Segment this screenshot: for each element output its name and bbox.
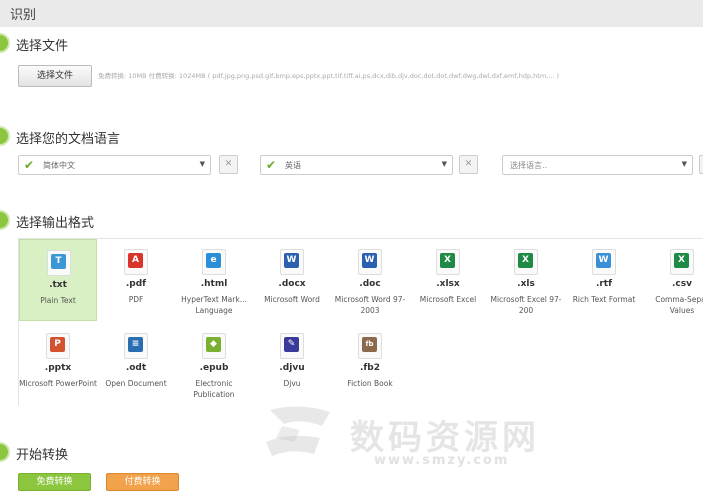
format-xls[interactable]: X .xls Microsoft Excel 97-200: [487, 239, 565, 321]
language-select-2[interactable]: ✔ 英语 ▼: [260, 155, 453, 175]
choose-file-button[interactable]: 选择文件: [18, 65, 92, 87]
step-1-badge: [0, 33, 10, 53]
step-2-badge: [0, 126, 10, 146]
format-rtf[interactable]: W .rtf Rich Text Format: [565, 239, 643, 321]
format-ext: .odt: [125, 363, 147, 373]
step-4-label: 开始转换: [16, 448, 69, 463]
format-pdf[interactable]: A .pdf PDF: [97, 239, 175, 321]
excel-icon: X: [436, 249, 460, 275]
remove-language-2-button[interactable]: ✕: [459, 155, 478, 174]
html-icon: e: [202, 249, 226, 275]
format-ext: .pptx: [44, 363, 72, 373]
format-grid: T .txt Plain Text A .pdf PDF e .html Hyp…: [18, 238, 703, 406]
remove-language-1-button[interactable]: ✕: [219, 155, 238, 174]
format-doc[interactable]: W .doc Microsoft Word 97-2003: [331, 239, 409, 321]
step-4-badge: [0, 442, 10, 462]
format-html[interactable]: e .html HyperText Mark... Language: [175, 239, 253, 321]
format-desc: Rich Text Format: [572, 295, 636, 304]
epub-icon: ◆: [202, 333, 226, 359]
format-ext: .html: [200, 279, 228, 289]
format-desc: Comma-Separ Values: [655, 295, 703, 315]
watermark-url: www.smzy.com: [374, 453, 510, 468]
language-select-1-value: 简体中文: [43, 161, 75, 170]
language-select-2-value: 英语: [285, 161, 301, 170]
powerpoint-icon: P: [46, 333, 70, 359]
pdf-icon: A: [124, 249, 148, 275]
excel-icon: X: [514, 249, 538, 275]
format-csv[interactable]: X .csv Comma-Separ Values: [643, 239, 703, 321]
step-3-badge: [0, 210, 10, 230]
step-3-label: 选择输出格式: [16, 216, 95, 231]
format-odt[interactable]: ≡ .odt Open Document: [97, 323, 175, 405]
rtf-icon: W: [592, 249, 616, 275]
format-ext: .csv: [672, 279, 692, 289]
format-fb2[interactable]: fb .fb2 Fiction Book: [331, 323, 409, 405]
step-1-label: 选择文件: [16, 39, 69, 54]
fb2-icon: fb: [358, 333, 382, 359]
format-desc: HyperText Mark... Language: [181, 295, 247, 315]
dropdown-arrow-icon: ▼: [199, 160, 205, 168]
format-ext: .doc: [359, 279, 381, 289]
format-desc: Microsoft PowerPoint: [19, 379, 97, 388]
word-icon: W: [280, 249, 304, 275]
format-ext: .xlsx: [436, 279, 460, 289]
format-djvu[interactable]: ✎ .djvu Djvu: [253, 323, 331, 405]
format-desc: Electronic Publication: [193, 379, 235, 399]
djvu-icon: ✎: [280, 333, 304, 359]
paid-convert-button[interactable]: 付费转换: [106, 473, 179, 491]
format-xlsx[interactable]: X .xlsx Microsoft Excel: [409, 239, 487, 321]
language-select-3-placeholder: 选择语言..: [510, 161, 548, 170]
format-desc: Djvu: [283, 379, 301, 388]
txt-icon: T: [47, 250, 71, 276]
format-ext: .txt: [49, 280, 67, 290]
format-pptx[interactable]: P .pptx Microsoft PowerPoint: [19, 323, 97, 405]
format-ext: .epub: [199, 363, 229, 373]
format-epub[interactable]: ◆ .epub Electronic Publication: [175, 323, 253, 405]
file-size-note: 免费转换: 10MB 付费转换: 1024MB ( pdf,jpg,png,ps…: [98, 72, 560, 80]
odt-icon: ≡: [124, 333, 148, 359]
format-desc: Microsoft Word: [264, 295, 320, 304]
format-ext: .docx: [278, 279, 306, 289]
format-desc: Microsoft Word 97-2003: [334, 295, 406, 315]
word-icon: W: [358, 249, 382, 275]
format-txt[interactable]: T .txt Plain Text: [19, 239, 97, 321]
watermark-text: 数码资源网: [350, 418, 540, 458]
format-desc: Microsoft Excel: [419, 295, 477, 304]
check-icon: ✔: [266, 158, 277, 172]
format-desc: Plain Text: [40, 296, 76, 305]
section-header: 识别: [0, 0, 703, 27]
csv-icon: X: [670, 249, 694, 275]
dropdown-arrow-icon: ▼: [441, 160, 447, 168]
section-title: 识别: [10, 8, 37, 23]
format-desc: Fiction Book: [347, 379, 393, 388]
remove-language-3-button[interactable]: [699, 155, 703, 174]
format-desc: PDF: [128, 295, 144, 304]
check-icon: ✔: [24, 158, 35, 172]
format-desc: Open Document: [105, 379, 167, 388]
language-select-1[interactable]: ✔ 简体中文 ▼: [18, 155, 211, 175]
dropdown-arrow-icon: ▼: [681, 160, 687, 168]
format-ext: .fb2: [359, 363, 381, 373]
format-docx[interactable]: W .docx Microsoft Word: [253, 239, 331, 321]
format-ext: .djvu: [279, 363, 305, 373]
step-2-label: 选择您的文档语言: [16, 132, 121, 147]
format-ext: .xls: [517, 279, 535, 289]
watermark-logo-icon: [266, 406, 330, 456]
free-convert-button[interactable]: 免费转换: [18, 473, 91, 491]
format-ext: .rtf: [595, 279, 613, 289]
format-ext: .pdf: [125, 279, 147, 289]
language-select-3[interactable]: 选择语言.. ▼: [502, 155, 693, 175]
format-desc: Microsoft Excel 97-200: [490, 295, 562, 315]
